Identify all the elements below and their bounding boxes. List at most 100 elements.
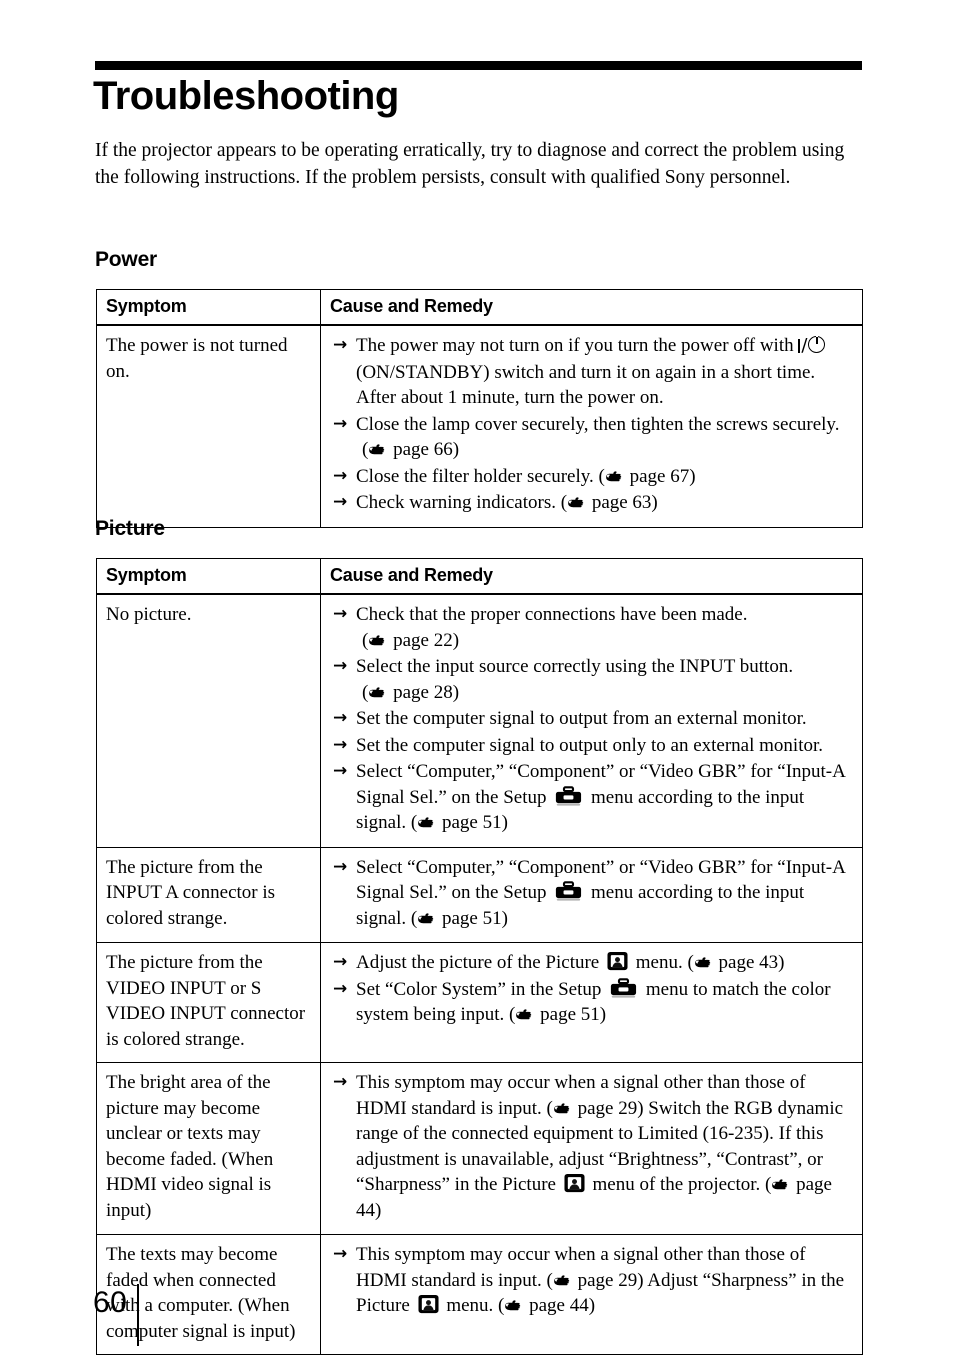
remedy-text: Set the computer signal to output only t… [356, 734, 824, 756]
picture-menu-icon [607, 951, 628, 972]
document-page: Troubleshooting If the projector appears… [0, 0, 954, 1355]
table-row: The power is not turned on. The power ma… [96, 324, 863, 528]
col-header-symptom: Symptom [96, 558, 321, 595]
page-number: 60 [93, 1286, 128, 1319]
ref-text: page 29) [572, 1269, 644, 1291]
remedy-text: Set “Color System” in the Setup [356, 978, 607, 1000]
section-heading-picture: Picture [95, 517, 165, 540]
pointing-hand-icon [515, 1007, 534, 1022]
remedy-list: Adjust the picture of the Picture menu. … [333, 950, 854, 1028]
symptom-cell: The picture from the VIDEO INPUT or S VI… [96, 942, 321, 1063]
pointing-hand-icon [417, 911, 436, 926]
remedy-item: Check that the proper connections have b… [333, 602, 854, 653]
table-row: The picture from the INPUT A connector i… [96, 846, 863, 943]
remedy-text: The power may not turn on if you turn th… [356, 335, 799, 356]
pointing-hand-icon [694, 955, 713, 970]
col-header-symptom: Symptom [96, 289, 321, 326]
pointing-hand-icon [553, 1101, 572, 1116]
remedy-item: Close the filter holder securely. ( page… [333, 464, 854, 490]
power-table: Symptom Cause and Remedy The power is no… [96, 289, 863, 528]
remedy-item: Set “Color System” in the Setup menu to … [333, 977, 854, 1028]
section-heading-power: Power [95, 248, 158, 271]
symptom-cell: The picture from the INPUT A connector i… [96, 846, 321, 943]
remedy-item: This symptom may occur when a signal oth… [333, 1070, 854, 1223]
remedy-item: Check warning indicators. ( page 63) [333, 490, 854, 516]
col-header-cause-remedy: Cause and Remedy [320, 289, 863, 326]
remedy-cell: Select “Computer,” “Component” or “Video… [320, 846, 863, 943]
remedy-text: Check warning indicators. ( [356, 492, 568, 513]
pointing-hand-icon [504, 1298, 523, 1313]
table-row: The picture from the VIDEO INPUT or S VI… [96, 942, 863, 1063]
remedy-cell: The power may not turn on if you turn th… [320, 324, 863, 528]
table-row: No picture. Check that the proper connec… [96, 593, 863, 848]
remedy-text: Select the input source correctly using … [356, 656, 794, 677]
ref-text: page 51) [535, 1004, 607, 1025]
ref-text: page 66) [388, 439, 460, 460]
remedy-list: This symptom may occur when a signal oth… [333, 1070, 854, 1223]
remedy-item: Set the computer signal to output from a… [333, 706, 854, 732]
table-header-row: Symptom Cause and Remedy [96, 558, 863, 595]
remedy-list: Select “Computer,” “Component” or “Video… [333, 855, 854, 932]
col-header-cause-remedy: Cause and Remedy [320, 558, 863, 595]
remedy-cell: Check that the proper connections have b… [320, 593, 863, 848]
symptom-cell: The bright area of the picture may becom… [96, 1062, 321, 1235]
title-rule [95, 61, 862, 70]
ref-text: page 43) [713, 952, 785, 973]
remedy-item: Adjust the picture of the Picture menu. … [333, 950, 854, 976]
pointing-hand-icon [605, 469, 624, 484]
remedy-text-tail: menu. ( [441, 1295, 505, 1316]
symptom-cell: The texts may become faded when connecte… [96, 1234, 321, 1355]
ref-text: page 63) [587, 492, 658, 513]
ref-text: page 51) [437, 812, 508, 833]
remedy-cell: Adjust the picture of the Picture menu. … [320, 942, 863, 1063]
toolbox-icon [555, 785, 582, 807]
remedy-list: Check that the proper connections have b… [333, 602, 854, 836]
remedy-item: Select the input source correctly using … [333, 654, 854, 705]
ref-text: page 29) [572, 1097, 644, 1119]
ref-text-2: page 44) [524, 1295, 596, 1316]
toolbox-icon [610, 977, 637, 999]
remedy-list: The power may not turn on if you turn th… [333, 333, 854, 516]
remedy-item: Select “Computer,” “Component” or “Video… [333, 759, 854, 836]
pointing-hand-icon [368, 685, 387, 700]
remedy-list: This symptom may occur when a signal oth… [333, 1242, 854, 1319]
toolbox-icon [555, 881, 582, 902]
remedy-text-tail: (ON/STANDBY) switch and turn it on again… [356, 361, 816, 409]
ref-text: page 28) [388, 681, 460, 703]
table-row: The texts may become faded when connecte… [96, 1234, 863, 1355]
remedy-item: Close the lamp cover securely, then tigh… [333, 412, 854, 463]
pointing-hand-icon [553, 1273, 572, 1288]
remedy-cell: This symptom may occur when a signal oth… [320, 1062, 863, 1235]
page-title: Troubleshooting [93, 74, 399, 118]
table-header-row: Symptom Cause and Remedy [96, 289, 863, 326]
pointing-hand-icon [368, 442, 387, 457]
remedy-text: Set the computer signal to output from a… [356, 708, 807, 729]
folio-rule [137, 1284, 139, 1346]
remedy-text: Check that the proper connections have b… [356, 604, 748, 625]
symptom-cell: The power is not turned on. [96, 324, 321, 528]
picture-menu-icon [418, 1294, 439, 1315]
remedy-text: Close the lamp cover securely, then tigh… [356, 413, 840, 435]
remedy-text: Adjust the picture of the Picture [356, 952, 604, 973]
remedy-item: This symptom may occur when a signal oth… [333, 1242, 854, 1319]
picture-table: Symptom Cause and Remedy No picture. Che… [96, 558, 863, 1355]
power-on-standby-icon: / [798, 333, 826, 360]
remedy-text-tail: menu. ( [631, 952, 694, 973]
pointing-hand-icon [417, 815, 436, 830]
ref-text: page 22) [388, 629, 460, 651]
symptom-cell: No picture. [96, 593, 321, 848]
remedy-item: Set the computer signal to output only t… [333, 733, 854, 759]
pointing-hand-icon [771, 1177, 790, 1192]
picture-menu-icon [564, 1173, 585, 1194]
ref-text: page 67) [624, 465, 696, 487]
table-row: The bright area of the picture may becom… [96, 1062, 863, 1235]
remedy-cell: This symptom may occur when a signal oth… [320, 1234, 863, 1355]
pointing-hand-icon [368, 633, 387, 648]
intro-paragraph: If the projector appears to be operating… [95, 140, 845, 188]
remedy-text: Close the filter holder securely. ( [356, 465, 605, 487]
remedy-item: Select “Computer,” “Component” or “Video… [333, 855, 854, 932]
remedy-text-tail: menu of the projector. ( [587, 1174, 772, 1195]
remedy-item: The power may not turn on if you turn th… [333, 333, 854, 411]
ref-text: page 51) [437, 907, 508, 929]
pointing-hand-icon [567, 495, 586, 510]
